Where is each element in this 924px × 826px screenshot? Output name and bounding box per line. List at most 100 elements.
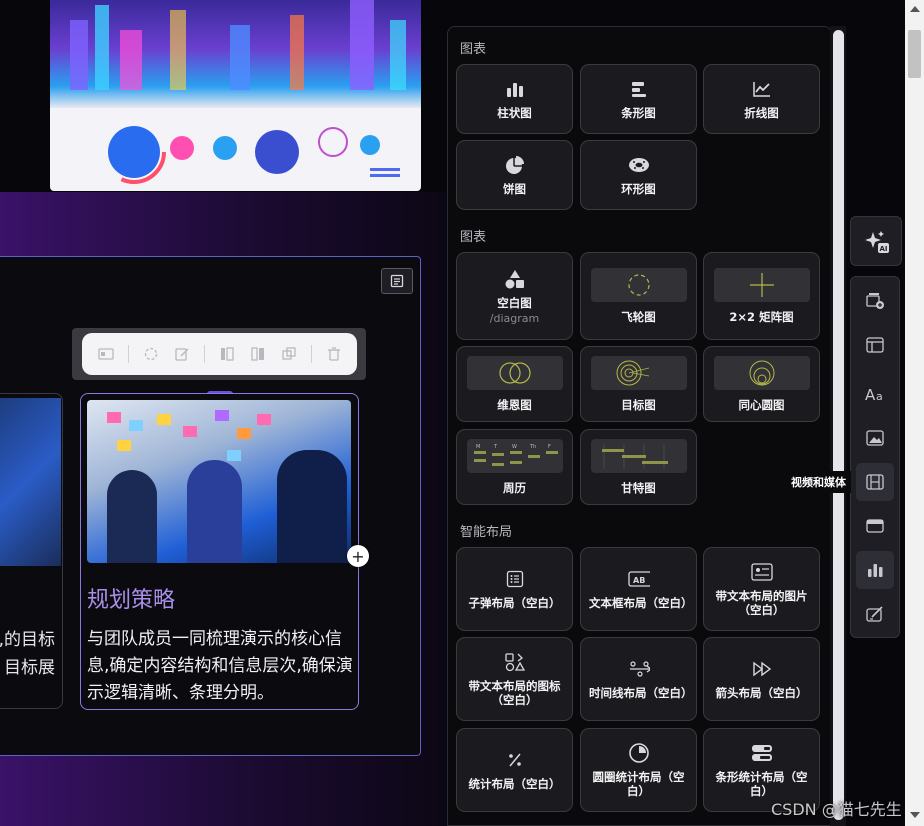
diagram-tile-flywheel[interactable]: 飞轮图: [580, 252, 697, 340]
layout-tile-text-box[interactable]: AB 文本框布局（空白）: [580, 547, 697, 631]
notes-button[interactable]: [381, 268, 413, 294]
hero-illustration-image[interactable]: [50, 0, 421, 191]
layout-tile-stats[interactable]: 统计布局（空白）: [456, 728, 573, 812]
chart-tile-pie[interactable]: 饼图: [456, 140, 573, 210]
tile-label: 维恩图: [497, 398, 532, 412]
tile-label: 箭头布局（空白）: [715, 686, 808, 700]
tile-label: 文本框布局（空白）: [589, 596, 693, 610]
diagram-tile-concentric[interactable]: 同心圆图: [703, 346, 820, 422]
tile-label: 周历: [503, 481, 526, 495]
edit-button[interactable]: [856, 595, 894, 633]
video-icon: [866, 474, 884, 490]
calendar-day-label: T: [493, 444, 498, 450]
layout-tile-arrows[interactable]: 箭头布局（空白）: [703, 637, 820, 721]
edit-pencil-icon[interactable]: [173, 345, 191, 363]
diagram-tile-target[interactable]: 目标图: [580, 346, 697, 422]
tile-label: 折线图: [744, 106, 779, 120]
tile-label: 时间线布局（空白）: [589, 686, 693, 700]
card-photo: [0, 398, 61, 566]
svg-text:A: A: [865, 386, 876, 402]
tile-label: 环形图: [621, 182, 656, 196]
circle-stat-icon: [628, 742, 650, 764]
template-button[interactable]: [856, 326, 894, 364]
scroll-down-icon[interactable]: [910, 812, 920, 818]
tile-label: 空白图: [497, 295, 532, 310]
card-body-text[interactable]: 与团队成员一同梳理演示的核心信息,确定内容结构和信息层次,确保演示逻辑清晰、条理…: [87, 626, 355, 707]
ai-assistant-button[interactable]: AI: [850, 216, 902, 266]
split-columns-icon[interactable]: [249, 345, 267, 363]
page-scrollbar-thumb[interactable]: [908, 30, 921, 78]
gantt-icon: [590, 439, 687, 473]
image-button[interactable]: [856, 419, 894, 457]
text-icon: Aa: [865, 386, 883, 402]
bar-stat-icon: [751, 742, 773, 764]
add-slide-button[interactable]: [856, 282, 894, 320]
tile-label: 圆圈统计布局（空白）: [592, 770, 685, 798]
left-card[interactable]: 的目标, 目标展: [0, 393, 63, 709]
toolbar-divider: [203, 345, 205, 363]
calendar-day-label: W: [512, 444, 517, 450]
delete-icon[interactable]: [325, 345, 343, 363]
venn-icon: [466, 356, 563, 390]
embed-button[interactable]: [856, 507, 894, 545]
card-layout-icon[interactable]: [97, 345, 115, 363]
card-body-text: 的目标, 目标展: [0, 630, 55, 678]
add-card-button[interactable]: +: [347, 545, 369, 567]
infographic-graphic: [70, 0, 406, 184]
diagram-tile-blank[interactable]: 空白图 /diagram: [456, 252, 573, 340]
layout-tile-timeline[interactable]: 时间线布局（空白）: [580, 637, 697, 721]
diagram-tile-gantt[interactable]: 甘特图: [580, 429, 697, 505]
timeline-icon: [628, 658, 650, 680]
tile-label: 条形统计布局（空白）: [715, 770, 808, 798]
add-slide-icon: [866, 293, 884, 309]
bar-chart-icon: [504, 78, 526, 100]
tile-label: 饼图: [503, 182, 526, 196]
notes-icon: [390, 274, 404, 288]
svg-text:a: a: [876, 390, 883, 402]
section-label-diagrams: 图表: [460, 230, 487, 245]
align-columns-icon[interactable]: [218, 345, 236, 363]
panel-scrollbar-thumb[interactable]: [833, 30, 844, 820]
card-title[interactable]: 规划策略: [87, 582, 175, 614]
donut-chart-icon: [628, 154, 650, 176]
layout-tile-icon-text[interactable]: 带文本布局的图标（空白）: [456, 637, 573, 721]
shapes-icon: [504, 268, 526, 290]
tile-label: 带文本布局的图标（空白）: [468, 679, 561, 707]
tile-label: 2×2 矩阵图: [729, 310, 794, 324]
chart-tile-line[interactable]: 折线图: [703, 64, 820, 134]
diagram-tile-matrix[interactable]: 2×2 矩阵图: [703, 252, 820, 340]
svg-text:AB: AB: [633, 576, 645, 585]
chart-tile-bar[interactable]: 柱状图: [456, 64, 573, 134]
video-media-button[interactable]: [856, 463, 894, 501]
layout-tile-bullets[interactable]: 子弹布局（空白）: [456, 547, 573, 631]
tile-label: 同心圆图: [738, 398, 785, 412]
calendar-day-label: F: [548, 444, 551, 450]
image-icon: [866, 430, 884, 446]
duplicate-icon[interactable]: [280, 345, 298, 363]
tile-label: 柱状图: [497, 106, 532, 120]
section-label-smart-layouts: 智能布局: [460, 525, 513, 540]
arrows-icon: [751, 658, 773, 680]
chart-button[interactable]: [856, 551, 894, 589]
tile-label: 飞轮图: [621, 310, 656, 324]
team-meeting-photo: [87, 400, 351, 563]
calendar-day-label: M: [476, 444, 480, 450]
chart-tile-horizontal-bar[interactable]: 条形图: [580, 64, 697, 134]
tile-label: 子弹布局（空白）: [468, 596, 561, 610]
layout-tile-image-text[interactable]: 带文本布局的图片（空白）: [703, 547, 820, 631]
image-card-icon: [750, 561, 773, 583]
page-scrollbar-track[interactable]: [905, 0, 924, 826]
flywheel-icon: [590, 268, 687, 302]
chart-icon: [868, 564, 883, 577]
focus-icon[interactable]: [142, 345, 160, 363]
chart-tile-donut[interactable]: 环形图: [580, 140, 697, 210]
diagram-tile-venn[interactable]: 维恩图: [456, 346, 573, 422]
selected-card[interactable]: 规划策略 与团队成员一同梳理演示的核心信息,确定内容结构和信息层次,确保演示逻辑…: [80, 393, 359, 710]
tile-label: 甘特图: [621, 481, 656, 495]
scroll-up-icon[interactable]: [910, 6, 920, 12]
text-button[interactable]: Aa: [856, 375, 894, 413]
layout-tile-circle-stats[interactable]: 圆圈统计布局（空白）: [580, 728, 697, 812]
diagram-tile-weekly-calendar[interactable]: M T W Th F 周历: [456, 429, 573, 505]
ai-sparkle-icon: AI: [865, 231, 889, 253]
toolbar-divider: [127, 345, 129, 363]
